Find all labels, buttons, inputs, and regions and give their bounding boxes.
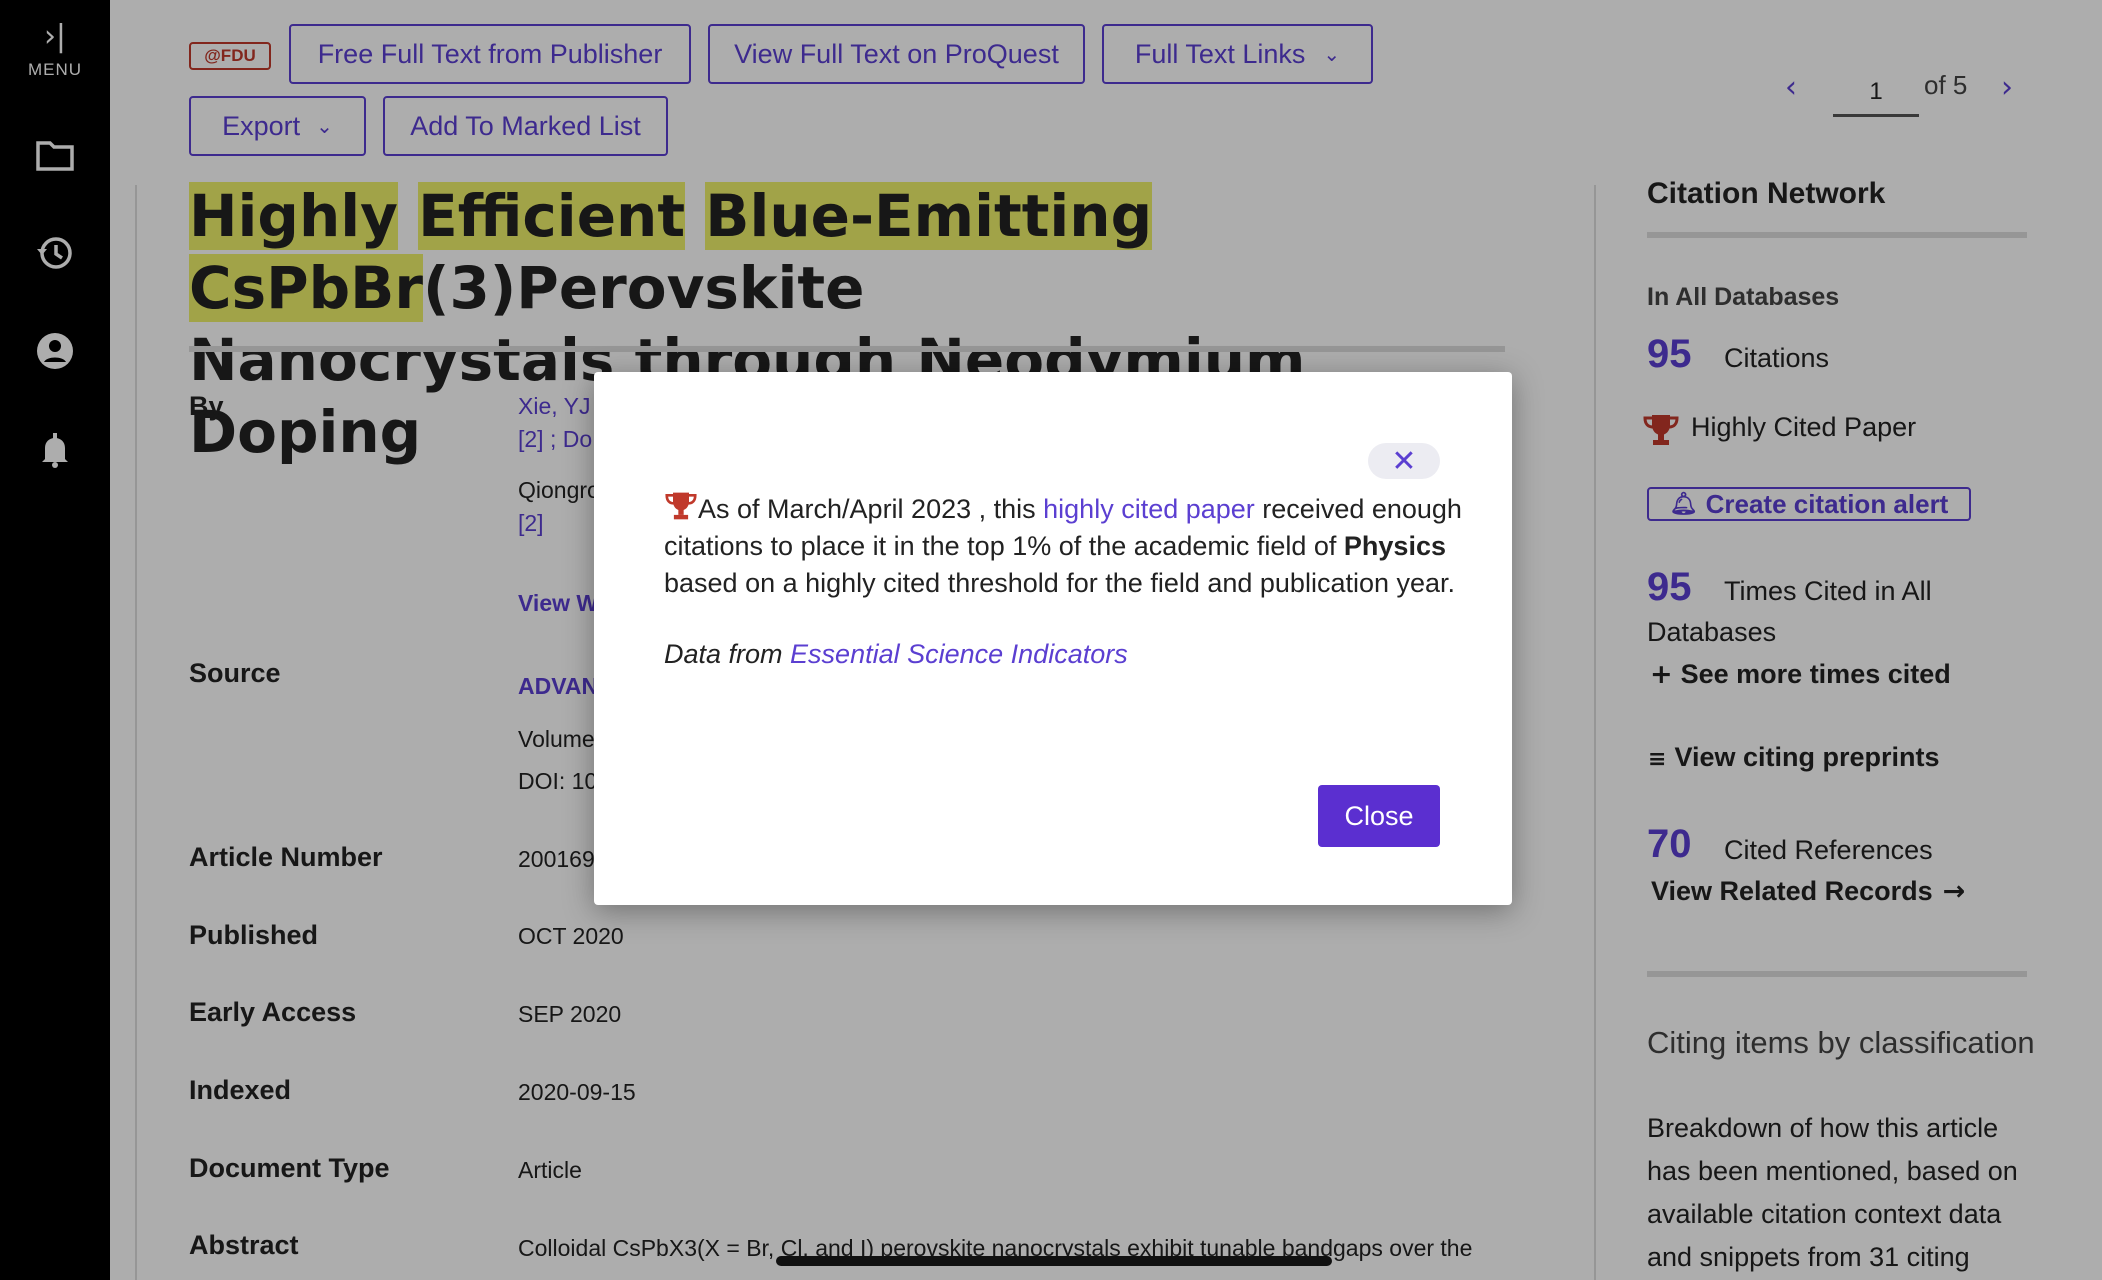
field-name: Physics — [1343, 531, 1446, 561]
dialog-text: based on a highly cited threshold for th… — [664, 568, 1456, 598]
trophy-icon — [665, 492, 697, 520]
highly-cited-paper-link[interactable]: highly cited paper — [1043, 494, 1255, 524]
horizontal-scrollbar[interactable] — [776, 1256, 1332, 1266]
close-button[interactable]: Close — [1318, 785, 1440, 847]
close-icon[interactable]: ✕ — [1368, 443, 1440, 479]
data-from-label: Data from — [664, 639, 791, 669]
highly-cited-dialog: ✕ As of March/April 2023 , this highly c… — [594, 372, 1512, 905]
essential-science-indicators-link[interactable]: Essential Science Indicators — [790, 639, 1128, 669]
dialog-message: As of March/April 2023 , this highly cit… — [664, 490, 1464, 673]
dialog-text: As of March/April 2023 , this — [698, 494, 1044, 524]
data-source-line: Data from Essential Science Indicators — [664, 636, 1464, 673]
